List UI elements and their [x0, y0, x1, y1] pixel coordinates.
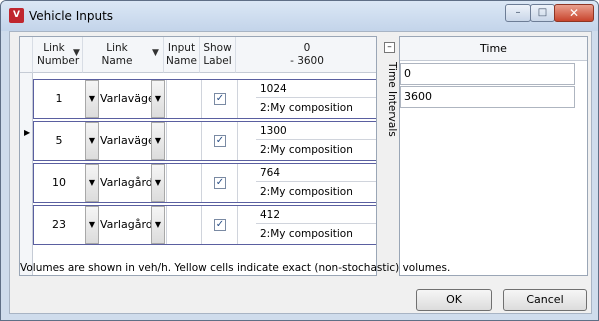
cell-link-number[interactable]: 10: [34, 164, 84, 202]
cell-composition[interactable]: 2:My composition: [256, 99, 376, 117]
header-link-number-label: Link Number: [37, 42, 80, 67]
show-label-checkbox[interactable]: ✓: [214, 135, 226, 147]
table-row[interactable]: 10 ▼ Varlagård ▼ ✓ 764 2:My composition: [33, 163, 376, 203]
header-link-number[interactable]: Link Number ▼: [33, 37, 83, 73]
dropdown-arrow-icon[interactable]: ▼: [151, 122, 165, 160]
cell-composition[interactable]: 2:My composition: [256, 225, 376, 243]
header-link-name[interactable]: Link Name ▼: [83, 37, 164, 73]
cell-link-name[interactable]: Varlavägen: [100, 122, 162, 160]
cell-link-number[interactable]: 23: [34, 206, 84, 244]
cancel-button[interactable]: Cancel: [503, 289, 587, 311]
cell-input-name[interactable]: [166, 164, 202, 202]
cell-input-name[interactable]: [166, 206, 202, 244]
cell-link-name[interactable]: Varlavägen: [100, 80, 162, 118]
show-label-checkbox[interactable]: ✓: [214, 219, 226, 231]
title-bar[interactable]: V Vehicle Inputs – □ ✕: [1, 1, 598, 31]
cell-show-label[interactable]: ✓: [202, 80, 238, 118]
row-header-corner: [20, 37, 33, 73]
cell-volume[interactable]: 764: [256, 164, 376, 182]
cell-volume[interactable]: 1300: [256, 122, 376, 140]
header-time[interactable]: Time: [400, 37, 587, 61]
vehicle-inputs-grid: Link Number ▼ Link Name ▼ Input Name Sho…: [19, 36, 377, 276]
time-intervals-label: Time Intervals: [386, 62, 398, 137]
cell-show-label[interactable]: ✓: [202, 122, 238, 160]
cell-link-number[interactable]: 1: [34, 80, 84, 118]
ok-button[interactable]: OK: [416, 289, 492, 311]
cell-link-number[interactable]: 5: [34, 122, 84, 160]
header-interval-start: 0: [303, 42, 311, 54]
show-label-checkbox[interactable]: ✓: [214, 177, 226, 189]
header-input-name[interactable]: Input Name: [164, 37, 200, 73]
cell-input-name[interactable]: [166, 122, 202, 160]
app-icon: V: [9, 8, 24, 23]
info-text: Volumes are shown in veh/h. Yellow cells…: [20, 262, 451, 274]
minimize-button[interactable]: –: [505, 4, 531, 22]
cell-link-name[interactable]: Varlagård: [100, 206, 153, 244]
table-row[interactable]: 23 ▼ Varlagård ▼ ✓ 412 2:My composition: [33, 205, 376, 245]
header-interval[interactable]: 0 - 3600: [236, 37, 376, 73]
cell-volume[interactable]: 1024: [256, 80, 376, 98]
time-intervals-grid: Time 0 3600: [399, 36, 588, 276]
cell-volume[interactable]: 412: [256, 206, 376, 224]
filter-icon[interactable]: ▼: [152, 47, 159, 60]
cell-show-label[interactable]: ✓: [202, 164, 238, 202]
cell-composition[interactable]: 2:My composition: [256, 183, 376, 201]
show-label-checkbox[interactable]: ✓: [214, 93, 226, 105]
header-link-name-label: Link Name: [101, 42, 133, 67]
header-interval-end: - 3600: [290, 55, 324, 67]
dropdown-arrow-icon[interactable]: ▼: [151, 206, 165, 244]
window-title: Vehicle Inputs: [29, 9, 114, 23]
filter-icon[interactable]: ▼: [73, 47, 80, 60]
table-row[interactable]: 1 ▼ Varlavägen ▼ ✓ 1024 2:My composition: [33, 79, 376, 119]
dropdown-arrow-icon[interactable]: ▼: [85, 164, 99, 202]
row-header-column: ▶: [20, 73, 33, 275]
table-row[interactable]: 5 ▼ Varlavägen ▼ ✓ 1300 2:My composition: [33, 121, 376, 161]
cell-composition[interactable]: 2:My composition: [256, 141, 376, 159]
vehicle-inputs-window: V Vehicle Inputs – □ ✕ Link Number ▼ Lin…: [0, 0, 599, 321]
cell-show-label[interactable]: ✓: [202, 206, 238, 244]
current-row-arrow-icon: ▶: [24, 128, 31, 137]
dropdown-arrow-icon[interactable]: ▼: [85, 80, 99, 118]
dropdown-arrow-icon[interactable]: ▼: [85, 122, 99, 160]
dropdown-arrow-icon[interactable]: ▼: [151, 80, 165, 118]
close-button[interactable]: ✕: [554, 4, 594, 22]
header-show-label[interactable]: Show Label: [200, 37, 236, 73]
maximize-button[interactable]: □: [530, 4, 555, 22]
dialog-body: Link Number ▼ Link Name ▼ Input Name Sho…: [9, 31, 592, 314]
collapse-button[interactable]: –: [384, 42, 395, 53]
cell-input-name[interactable]: [166, 80, 202, 118]
time-intervals-panel-toggle: – Time Intervals: [382, 36, 398, 276]
cell-link-name[interactable]: Varlagård: [100, 164, 153, 202]
dropdown-arrow-icon[interactable]: ▼: [151, 164, 165, 202]
dropdown-arrow-icon[interactable]: ▼: [85, 206, 99, 244]
time-interval-cell[interactable]: 0: [400, 63, 575, 85]
time-interval-cell[interactable]: 3600: [400, 86, 575, 108]
